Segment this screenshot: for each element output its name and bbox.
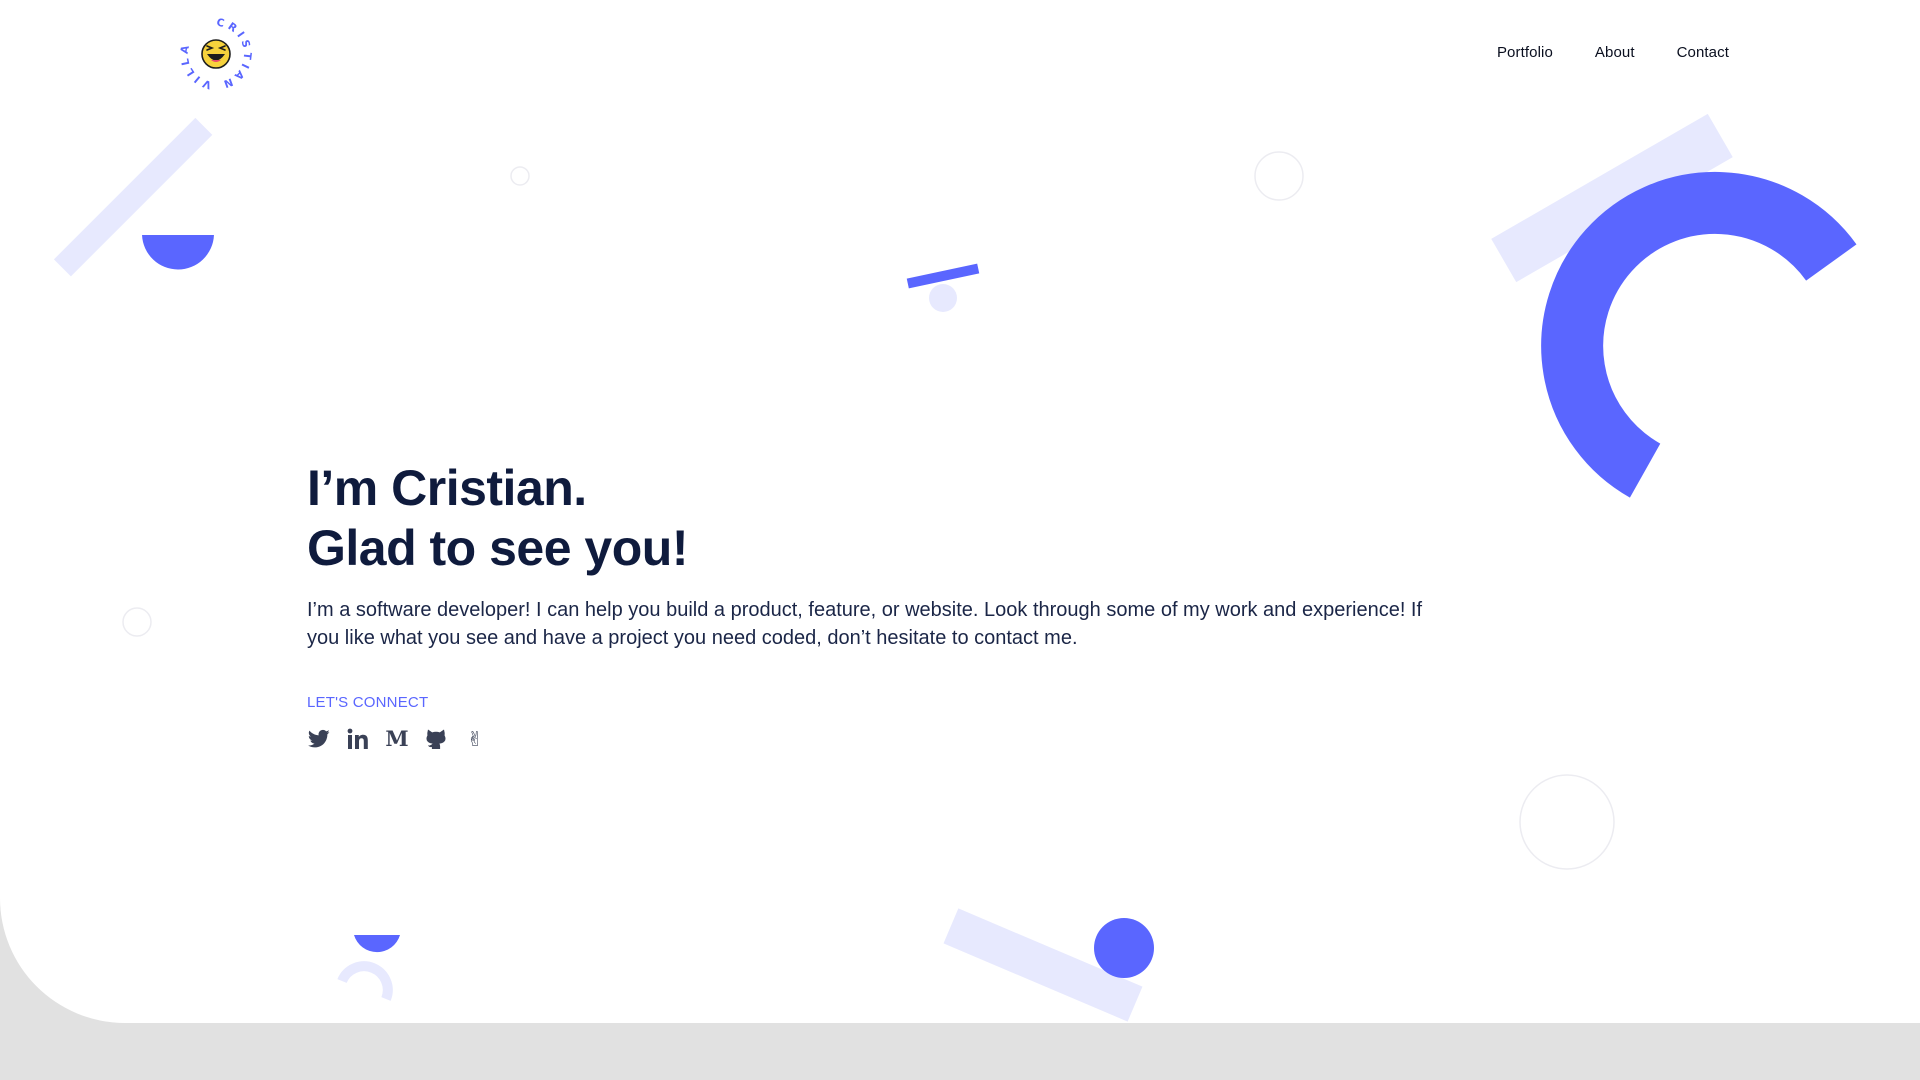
nav-about[interactable]: About	[1595, 44, 1635, 61]
page: CRISTIAN VILLA Portfolio About Contact I…	[0, 0, 1920, 1080]
decor-arc-bottom-left	[337, 961, 393, 1001]
decor-small-ring	[510, 166, 530, 186]
decor-half-disc-bottom-left	[354, 935, 400, 953]
twitter-link[interactable]	[307, 727, 331, 751]
main-nav: Portfolio About Contact	[1497, 44, 1729, 61]
laughing-face-icon	[201, 39, 231, 69]
hero-section: CRISTIAN VILLA Portfolio About Contact I…	[0, 0, 1920, 1023]
medium-link[interactable]: M	[385, 727, 409, 751]
decor-blue-dot-bottom	[1094, 918, 1154, 978]
linkedin-link[interactable]	[346, 727, 370, 751]
hero-title: I’m Cristian. Glad to see you!	[307, 458, 1437, 578]
angellist-link[interactable]: ✌	[463, 727, 487, 751]
linkedin-icon	[347, 728, 368, 749]
decor-light-dot-center	[929, 284, 957, 312]
github-icon	[426, 729, 446, 749]
decor-ring-right	[1519, 774, 1615, 870]
social-links: M ✌	[307, 727, 1437, 751]
decor-ring-top	[1254, 151, 1304, 201]
hero-title-line-1: I’m Cristian.	[307, 460, 587, 516]
hero-intro: I’m a software developer! I can help you…	[307, 599, 1423, 649]
decor-half-disc-top-left	[142, 234, 214, 270]
hero-title-line-2: Glad to see you!	[307, 520, 688, 576]
connect-label: LET'S CONNECT	[307, 694, 429, 711]
medium-icon: M	[385, 726, 409, 751]
github-link[interactable]	[424, 727, 448, 751]
site-logo[interactable]: CRISTIAN VILLA	[178, 16, 254, 92]
logo-badge: CRISTIAN VILLA	[179, 17, 250, 91]
hero-content: I’m Cristian. Glad to see you! I’m a sof…	[307, 458, 1437, 751]
twitter-icon	[308, 729, 330, 748]
decor-big-arc	[1541, 171, 1857, 498]
decor-ring-left	[122, 607, 152, 637]
nav-portfolio[interactable]: Portfolio	[1497, 44, 1553, 61]
nav-contact[interactable]: Contact	[1677, 44, 1729, 61]
angellist-icon: ✌	[466, 727, 484, 751]
